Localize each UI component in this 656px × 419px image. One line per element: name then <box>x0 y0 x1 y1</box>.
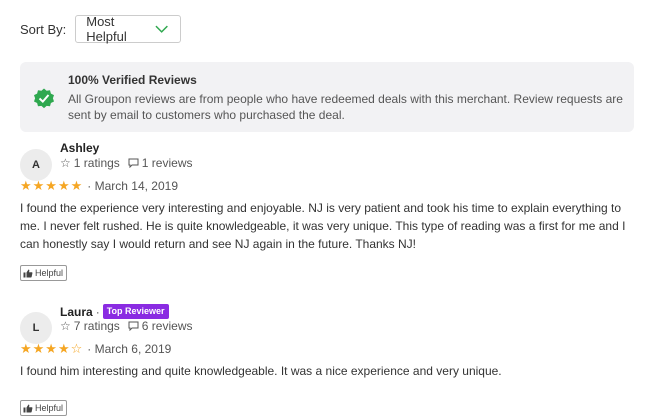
verified-reviews-panel: 100% Verified Reviews All Groupon review… <box>20 62 634 132</box>
helpful-label: Helpful <box>35 403 64 413</box>
reviewer-name-row: Laura · Top Reviewer <box>60 304 169 319</box>
verified-check-icon <box>34 88 54 109</box>
star-outline-icon: ☆ <box>60 319 71 333</box>
reviews-count: 6 reviews <box>141 319 193 333</box>
review-text: I found him interesting and quite knowle… <box>20 364 502 378</box>
reviewer-stats: ☆ 1 ratings 1 reviews <box>60 156 192 170</box>
review-text: I found the experience very interesting … <box>20 201 626 251</box>
ratings-count: 7 ratings <box>73 319 120 333</box>
star-outline-icon: ☆ <box>60 156 71 170</box>
ratings-count: 1 ratings <box>73 156 120 170</box>
helpful-label: Helpful <box>35 268 64 278</box>
star-rating: ★★★★☆ <box>20 341 84 356</box>
reviewer-name-row: Ashley <box>60 141 99 155</box>
helpful-button[interactable]: Helpful <box>20 400 68 416</box>
reviewer-name[interactable]: Ashley <box>60 141 99 155</box>
rating-row: ★★★★☆ · March 6, 2019 <box>20 341 171 357</box>
rating-row: ★★★★★ · March 14, 2019 <box>20 178 178 194</box>
avatar: A <box>20 149 52 181</box>
thumbs-up-icon <box>23 269 33 277</box>
helpful-button[interactable]: Helpful <box>20 265 68 281</box>
reviewer-stats: ☆ 7 ratings 6 reviews <box>60 319 192 333</box>
chevron-down-icon <box>155 25 168 33</box>
avatar: L <box>20 312 52 344</box>
name-separator: · <box>95 304 100 319</box>
verified-description: All Groupon reviews are from people who … <box>68 92 623 122</box>
sort-bar: Sort By: Most Helpful <box>20 14 182 44</box>
sort-selected-value: Most Helpful <box>86 14 127 44</box>
thumbs-up-icon <box>23 404 33 412</box>
review-date: · March 14, 2019 <box>87 179 178 193</box>
comment-icon <box>128 321 139 331</box>
sort-dropdown[interactable]: Most Helpful <box>75 14 182 44</box>
sort-label: Sort By: <box>20 21 67 37</box>
top-reviewer-badge: Top Reviewer <box>102 304 169 319</box>
verified-title: 100% Verified Reviews <box>68 73 197 87</box>
reviewer-name[interactable]: Laura <box>60 305 93 319</box>
review-date: · March 6, 2019 <box>87 342 172 356</box>
reviews-count: 1 reviews <box>141 156 193 170</box>
comment-icon <box>128 158 139 168</box>
star-rating: ★★★★★ <box>20 178 84 193</box>
